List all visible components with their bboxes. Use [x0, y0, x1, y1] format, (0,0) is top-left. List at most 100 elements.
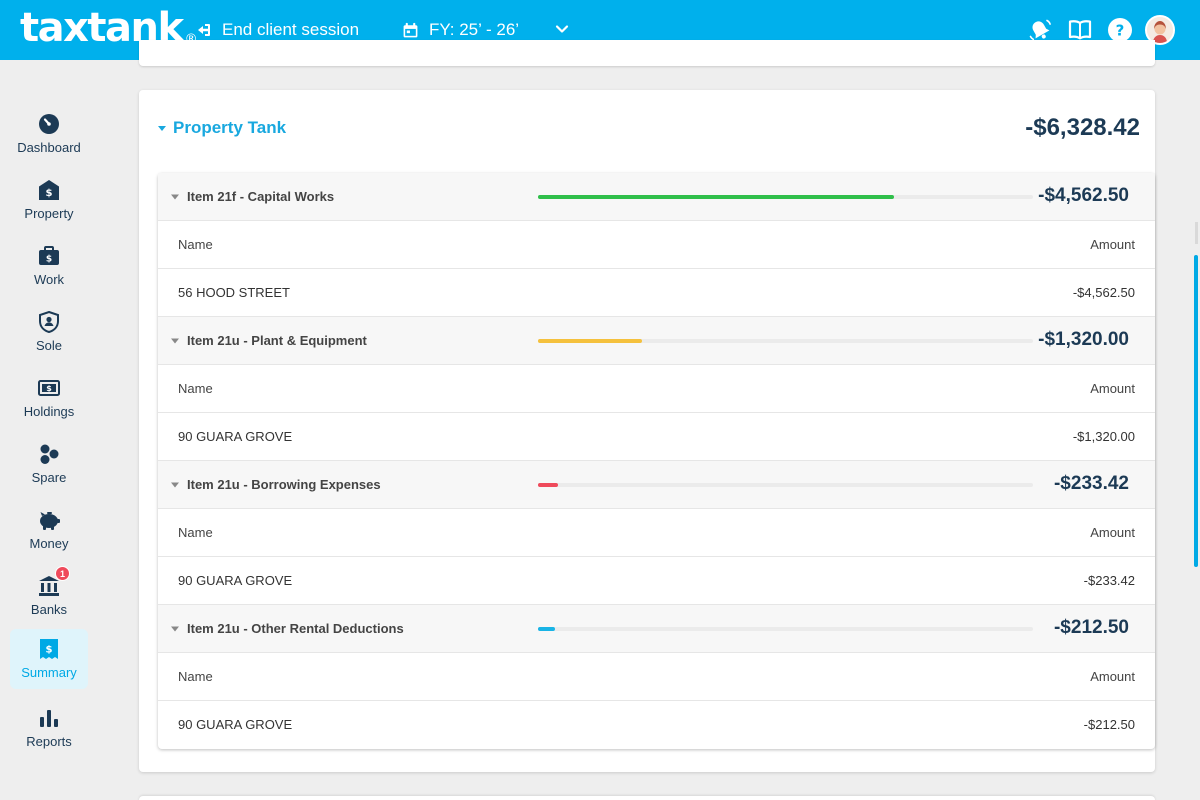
progress-fill [538, 339, 642, 343]
holdings-money-icon: $ [38, 380, 60, 396]
sidebar-item-label: Sole [35, 338, 63, 353]
svg-text:$: $ [46, 645, 53, 656]
financial-year-selector[interactable]: FY: 25’ - 26’ [402, 18, 519, 42]
end-client-session-button[interactable]: End client session [196, 18, 359, 42]
sole-shield-icon [39, 311, 59, 333]
tax-item-header[interactable]: Item 21f - Capital Works -$4,562.50 [158, 173, 1155, 221]
progress-fill [538, 627, 556, 631]
column-header-amount: Amount [1090, 381, 1135, 396]
book-icon [1068, 20, 1092, 40]
work-briefcase-icon: $ [39, 246, 59, 265]
sidebar-item-money[interactable]: Money [10, 500, 88, 560]
scrollbar-marker [1195, 222, 1198, 244]
svg-text:$: $ [46, 188, 53, 199]
table-header-row: Name Amount [158, 653, 1155, 701]
table-row[interactable]: 90 GUARA GROVE -$1,320.00 [158, 413, 1155, 461]
table-row[interactable]: 90 GUARA GROVE -$212.50 [158, 701, 1155, 749]
card-total: -$6,328.42 [1025, 114, 1140, 141]
tax-item-header[interactable]: Item 21u - Borrowing Expenses -$233.42 [158, 461, 1155, 509]
tax-item-section: Item 21u - Plant & Equipment -$1,320.00 … [158, 317, 1155, 461]
sidebar-item-reports[interactable]: Reports [10, 698, 88, 758]
sidebar-item-label: Holdings [23, 404, 75, 419]
table-row[interactable]: 90 GUARA GROVE -$233.42 [158, 557, 1155, 605]
sidebar-item-banks[interactable]: 1 Banks [10, 566, 88, 626]
reports-bar-icon [40, 710, 58, 727]
money-piggy-icon [40, 512, 60, 530]
tax-item-amount: -$233.42 [1053, 473, 1129, 494]
caret-down-icon [171, 194, 179, 200]
tax-item-title: Item 21u - Plant & Equipment [187, 333, 367, 348]
sidebar-item-label: Money [29, 536, 69, 551]
sidebar-item-sole[interactable]: Sole [10, 302, 88, 362]
sidebar-item-label: Property [24, 206, 74, 221]
row-amount: -$212.50 [1083, 717, 1135, 732]
row-name: 90 GUARA GROVE [178, 429, 293, 444]
tax-item-header[interactable]: Item 21u - Plant & Equipment -$1,320.00 [158, 317, 1155, 365]
progress-track [538, 483, 1033, 487]
progress-track [538, 195, 1033, 199]
table-header-row: Name Amount [158, 509, 1155, 557]
sidebar-item-label: Spare [31, 470, 67, 485]
previous-card [139, 40, 1155, 66]
tax-item-header[interactable]: Item 21u - Other Rental Deductions -$212… [158, 605, 1155, 653]
property-house-icon: $ [39, 180, 59, 200]
progress-fill [538, 195, 895, 199]
row-name: 90 GUARA GROVE [178, 573, 293, 588]
row-name: 90 GUARA GROVE [178, 717, 293, 732]
row-amount: -$233.42 [1083, 573, 1135, 588]
tax-item-title: Item 21u - Other Rental Deductions [187, 621, 404, 636]
tax-item-amount: -$4,562.50 [1038, 185, 1129, 206]
caret-down-icon [171, 482, 179, 488]
sidebar: Dashboard $ Property $ Work Sole $ Holdi… [0, 60, 98, 800]
sidebar-item-spare[interactable]: Spare [10, 434, 88, 494]
caret-down-icon [171, 626, 179, 632]
property-tank-card: Property Tank -$6,328.42 Item 21f - Capi… [139, 90, 1155, 772]
caret-down-icon [171, 338, 179, 344]
sidebar-item-dashboard[interactable]: Dashboard [10, 104, 88, 164]
column-header-amount: Amount [1090, 525, 1135, 540]
chevron-down-icon [555, 25, 569, 33]
fy-label: FY: 25’ - 26’ [429, 20, 520, 39]
caret-down-icon [158, 126, 166, 131]
sidebar-item-work[interactable]: $ Work [10, 236, 88, 296]
tax-item-title: Item 21u - Borrowing Expenses [187, 477, 381, 492]
sidebar-item-label: Reports [26, 734, 72, 749]
column-header-amount: Amount [1090, 669, 1135, 684]
summary-receipt-icon: $ [40, 639, 58, 659]
sidebar-item-property[interactable]: $ Property [10, 170, 88, 230]
property-tank-toggle[interactable]: Property Tank [157, 118, 286, 138]
table-header-row: Name Amount [158, 365, 1155, 413]
tax-items-list: Item 21f - Capital Works -$4,562.50 Name… [158, 173, 1155, 749]
column-header-name: Name [178, 237, 213, 252]
column-header-amount: Amount [1090, 237, 1135, 252]
tax-item-amount: -$212.50 [1053, 617, 1129, 638]
table-header-row: Name Amount [158, 221, 1155, 269]
progress-fill [538, 483, 558, 487]
column-header-name: Name [178, 669, 213, 684]
column-header-name: Name [178, 525, 213, 540]
card-title: Property Tank [173, 118, 287, 137]
spare-hexagons-icon [40, 444, 59, 464]
sidebar-item-label: Banks [30, 602, 68, 617]
column-header-name: Name [178, 381, 213, 396]
logout-icon [198, 24, 210, 36]
scrollbar-thumb[interactable] [1194, 255, 1198, 567]
sidebar-item-label: Dashboard [17, 140, 81, 155]
table-row[interactable]: 56 HOOD STREET -$4,562.50 [158, 269, 1155, 317]
banks-notification-badge: 1 [55, 566, 70, 581]
tax-item-amount: -$1,320.00 [1038, 329, 1129, 350]
tax-item-section: Item 21f - Capital Works -$4,562.50 Name… [158, 173, 1155, 317]
sidebar-item-summary[interactable]: $ Summary [10, 629, 88, 689]
tax-item-section: Item 21u - Borrowing Expenses -$233.42 N… [158, 461, 1155, 605]
svg-text:$: $ [46, 255, 52, 265]
row-amount: -$1,320.00 [1072, 429, 1135, 444]
svg-text:$: $ [46, 384, 52, 393]
sidebar-item-label: Summary [21, 665, 77, 680]
tax-item-title: Item 21f - Capital Works [187, 189, 335, 204]
progress-track [538, 627, 1033, 631]
calendar-icon [403, 22, 418, 37]
sidebar-item-holdings[interactable]: $ Holdings [10, 368, 88, 428]
row-name: 56 HOOD STREET [178, 285, 290, 300]
sidebar-item-label: Work [33, 272, 65, 287]
next-card [139, 796, 1155, 800]
